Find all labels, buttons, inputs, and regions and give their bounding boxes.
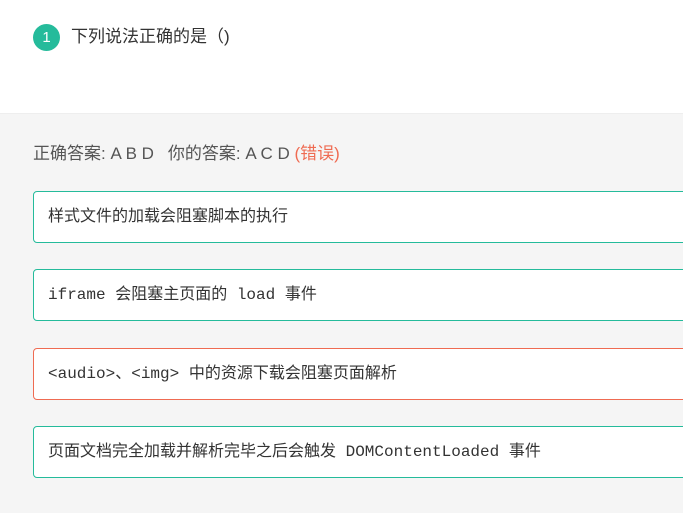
question-number-badge: 1 (33, 24, 60, 51)
question-header: 1 下列说法正确的是（) (0, 0, 683, 114)
option-text: iframe 会阻塞主页面的 load 事件 (48, 286, 317, 304)
option-text: <audio>、<img> 中的资源下载会阻塞页面解析 (48, 365, 397, 383)
answer-status: (错误) (294, 144, 340, 163)
your-answer-label: 你的答案: (167, 144, 246, 163)
correct-answer-value: A B D (110, 144, 154, 163)
your-answer-value: A C D (245, 144, 290, 163)
answer-area: 正确答案: A B D 你的答案: A C D (错误) 样式文件的加载会阻塞脚本… (0, 114, 683, 513)
option-c[interactable]: <audio>、<img> 中的资源下载会阻塞页面解析 (33, 348, 683, 400)
option-text: 页面文档完全加载并解析完毕之后会触发 DOMContentLoaded 事件 (48, 443, 541, 461)
correct-answer-label: 正确答案: (33, 144, 111, 163)
option-text: 样式文件的加载会阻塞脚本的执行 (48, 208, 289, 226)
question-title: 下列说法正确的是（) (71, 27, 230, 46)
option-b[interactable]: iframe 会阻塞主页面的 load 事件 (33, 269, 683, 321)
option-d[interactable]: 页面文档完全加载并解析完毕之后会触发 DOMContentLoaded 事件 (33, 426, 683, 478)
option-a[interactable]: 样式文件的加载会阻塞脚本的执行 (33, 191, 683, 243)
answer-summary: 正确答案: A B D 你的答案: A C D (错误) (33, 143, 340, 165)
